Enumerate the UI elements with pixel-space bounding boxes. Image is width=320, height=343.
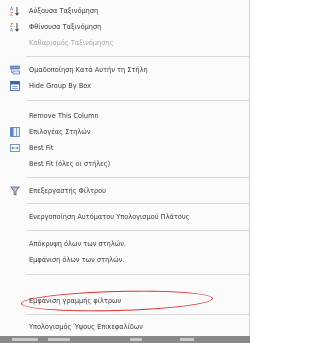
strip-segment [48,338,70,341]
menu-item-auto-width[interactable]: Ενεργοποίηση Αυτόματου Υπολογισμού Πλάτο… [0,209,249,225]
remove-column-label: Remove This Column [29,112,99,120]
menu-separator [26,56,249,57]
svg-text:Z: Z [10,12,13,17]
menu-item-best-fit-all-columns[interactable]: Best Fit (όλες οι στήλες) [0,156,249,172]
sort-ascending-icon: A Z [10,7,19,17]
column-header-context-menu: A Z Αύξουσα Ταξινόμηση Z A Φθίνουσα Ταξι… [0,0,250,336]
strip-segment [130,338,142,341]
column-chooser-label: Επιλογέας Στηλών [29,128,91,136]
sort-descending-label: Φθίνουσα Ταξινόμηση [29,23,102,31]
group-by-column-label: Ομαδοποίηση Κατά Αυτήν τη Στήλη [29,66,148,74]
menu-item-filter-editor[interactable]: Επεξεργαστής Φίλτρου [0,183,249,199]
menu-item-hide-all-columns[interactable]: Απόκρυψη όλων των στηλών. [0,236,249,252]
show-filter-row-label: Εμφάνιση γραμμής φίλτρων [29,297,122,305]
menu-item-calc-header-height[interactable]: Υπολογισμός Ύψους Επικεφαλίδων [0,319,249,335]
menu-separator [26,314,249,315]
auto-width-label: Ενεργοποίηση Αυτόματου Υπολογισμού Πλάτο… [29,213,190,221]
best-fit-icon [10,144,20,152]
group-by-column-icon [10,65,20,75]
strip-segment [12,338,38,341]
menu-item-remove-column[interactable]: Remove This Column [0,108,249,124]
menu-separator [26,203,249,204]
menu-separator [26,230,249,231]
sort-ascending-label: Αύξουσα Ταξινόμηση [29,7,99,15]
filter-icon [10,186,20,196]
menu-item-sort-ascending[interactable]: A Z Αύξουσα Ταξινόμηση [0,3,249,19]
menu-separator [26,100,249,101]
menu-item-best-fit[interactable]: Best Fit [0,140,249,156]
group-box-icon [10,81,20,91]
background-grid-strip [0,336,250,343]
menu-separator [26,274,249,275]
menu-item-clear-sorting[interactable]: Καθαρισμός Ταξινόμησης [0,35,249,51]
menu-item-group-by-column[interactable]: Ομαδοποίηση Κατά Αυτήν τη Στήλη [0,62,249,78]
menu-separator [26,177,249,178]
best-fit-all-columns-label: Best Fit (όλες οι στήλες) [29,160,111,168]
menu-item-show-all-columns[interactable]: Εμφάνιση όλων των στηλών. [0,252,249,268]
menu-item-show-filter-row[interactable]: Εμφάνιση γραμμής φίλτρων [0,293,249,309]
show-all-columns-label: Εμφάνιση όλων των στηλών. [29,256,125,264]
filter-editor-label: Επεξεργαστής Φίλτρου [29,187,106,195]
menu-item-hide-group-by-box[interactable]: Hide Group By Box [0,78,249,94]
menu-item-sort-descending[interactable]: Z A Φθίνουσα Ταξινόμηση [0,19,249,35]
strip-segment [180,338,194,341]
svg-text:A: A [10,28,14,33]
calc-header-height-label: Υπολογισμός Ύψους Επικεφαλίδων [29,323,143,331]
hide-all-columns-label: Απόκρυψη όλων των στηλών. [29,240,127,248]
menu-item-column-chooser[interactable]: Επιλογέας Στηλών [0,124,249,140]
sort-descending-icon: Z A [10,23,19,33]
hide-group-by-box-label: Hide Group By Box [29,82,92,90]
best-fit-label: Best Fit [29,144,54,152]
clear-sorting-label: Καθαρισμός Ταξινόμησης [29,39,114,47]
column-chooser-icon [10,127,20,137]
